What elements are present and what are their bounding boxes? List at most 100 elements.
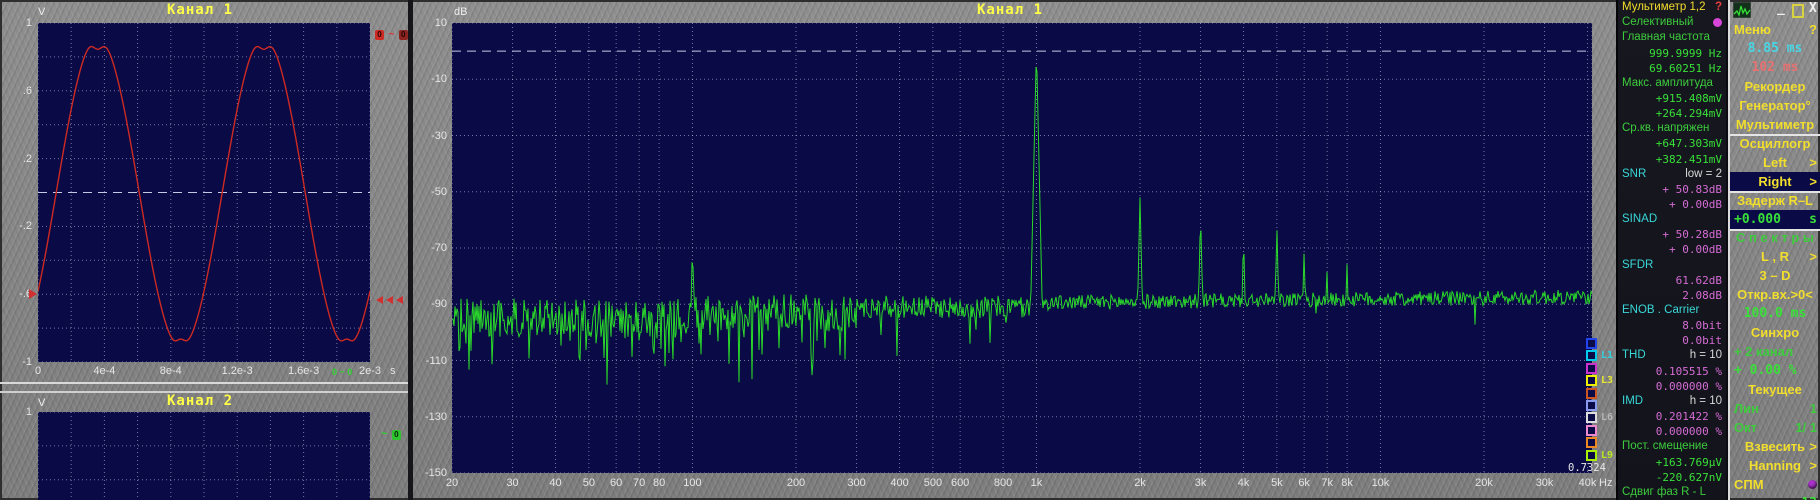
measure-main-freq-label: Главная частота: [1621, 30, 1723, 45]
scope-ch1-plot[interactable]: [38, 23, 370, 362]
legend-box-L8[interactable]: [1586, 437, 1597, 449]
measure-thd-1: 0.105515 %: [1621, 364, 1723, 379]
spectrum-x-tick: 6k: [1298, 477, 1310, 489]
spectrum-y-tick: -150: [424, 467, 447, 479]
spectrum-y-unit: dB: [454, 6, 468, 18]
spectrum-x-tick: 50: [582, 477, 596, 489]
menu-item-time-secondary-label: 102 ms: [1751, 59, 1799, 75]
menu-item-plus-2-channel[interactable]: + 2 канал: [1730, 342, 1820, 361]
legend-box-L9[interactable]: [1586, 449, 1597, 461]
menu-item-plus-percent[interactable]: + 0.00 %: [1730, 361, 1820, 380]
menu-item-lin-label: Лин: [1734, 401, 1759, 416]
menu-item-weighting[interactable]: Взвесить >: [1730, 437, 1820, 456]
measure-imd-1: 0.201422 %: [1621, 409, 1723, 424]
menu-item-right-label: Right: [1758, 173, 1792, 189]
minimize-button[interactable]: _: [1777, 1, 1785, 16]
menu-item-delay-rl[interactable]: Задерж R–L: [1730, 191, 1820, 210]
menu-item-delay-value[interactable]: +0.000 s: [1730, 209, 1820, 231]
measure-main-freq-2: 69.60251 Hz: [1621, 61, 1723, 76]
scope-ch1-level-marker[interactable]: [29, 289, 37, 299]
close-button[interactable]: X: [1809, 1, 1817, 16]
spectrum-y-tick: -10: [431, 73, 447, 86]
menu-item-current[interactable]: Текущее: [1730, 380, 1820, 399]
spectrum-x-tick: 8k: [1341, 477, 1353, 489]
scope-ch1-x-tick: 2e-3: [358, 365, 382, 377]
scope-ch2-panel: Канал 2 0 ~ 0 V 1 ~ 0: [0, 367, 410, 500]
menu-item-lin[interactable]: Лин 1: [1730, 399, 1820, 418]
measure-sinad-2-value: + 0.00dB: [1669, 243, 1722, 257]
legend-box-L0[interactable]: [1586, 338, 1597, 349]
menu-item-spectra[interactable]: С п е к т р ы: [1730, 228, 1820, 247]
legend-box-L5[interactable]: [1586, 400, 1597, 411]
scope-ch1-x-tick: 1.6e-3: [287, 365, 320, 377]
spectrum-x-tick: 200: [786, 477, 806, 489]
measure-imd-label: IMD h = 10: [1621, 394, 1723, 409]
spectrum-x-tick: 7k: [1321, 477, 1333, 489]
menu-item-sync[interactable]: Синхро: [1730, 323, 1820, 342]
menu-item-three-d[interactable]: 3 – D: [1730, 266, 1820, 285]
legend-box-L6[interactable]: [1586, 412, 1597, 424]
spectrum-y-tick: -30: [431, 129, 447, 142]
spectrum-x-tick: 4k: [1237, 477, 1250, 489]
menu-item-oscilloscope[interactable]: Осциллогр: [1730, 134, 1820, 153]
spectrum-plot[interactable]: [452, 23, 1592, 473]
measure-multimeter-header: Мультиметр 1,2?: [1621, 0, 1723, 15]
menu-item-l-r[interactable]: L , R >: [1730, 247, 1820, 266]
measure-sinad-1: + 50.28dB: [1621, 227, 1723, 242]
indicator-dot: [1713, 18, 1722, 28]
menu-item-window-hanning[interactable]: Hanning >: [1730, 456, 1820, 475]
menu-item-time-main[interactable]: 8.85 ms: [1730, 39, 1820, 58]
menu-item-interval[interactable]: 100.0 ms: [1730, 304, 1820, 323]
scope-ch2-y-tick: 1: [25, 406, 32, 418]
legend-box-L4[interactable]: [1586, 387, 1597, 399]
scope-ch2-plot[interactable]: [38, 412, 370, 500]
legend-box-L1[interactable]: [1586, 350, 1597, 362]
menu-item-open-input[interactable]: Откр.вх.>0<: [1730, 285, 1820, 304]
menu-item-spm-label: СПМ: [1734, 476, 1764, 492]
maximize-button[interactable]: [1792, 4, 1804, 18]
menu-item-multimeter[interactable]: Мультиметр: [1730, 115, 1820, 136]
scope-ch2-y-unit: V: [38, 397, 46, 409]
menu-item-time-secondary[interactable]: 102 ms: [1730, 58, 1820, 77]
measure-sfdr-2-value: 2.08dB: [1682, 288, 1722, 302]
spectrum-x-tick: 20k: [1475, 477, 1493, 489]
spectrum-y-tick: -90: [431, 298, 447, 311]
scope-ch2-side-indicator: ~ 0: [381, 424, 401, 442]
menu-item-right[interactable]: Right >: [1730, 171, 1820, 193]
menu-item-left[interactable]: Left >: [1730, 153, 1820, 174]
menu-item-sync-label: Синхро: [1750, 325, 1800, 341]
scope-ch2-title-indicator: 0 ~ 0: [332, 367, 353, 377]
scope-ch1-y-unit: V: [38, 6, 46, 18]
measure-rms-2-value: +382.451mV: [1655, 152, 1722, 166]
scope-ch1-y-tick: 1: [25, 17, 32, 29]
menu-item-plus-2-channel-label: + 2 канал: [1734, 344, 1794, 360]
legend-box-L3[interactable]: [1586, 375, 1597, 387]
legend-box-L7[interactable]: [1586, 424, 1597, 436]
menu-item-time-main-label: 8.85 ms: [1747, 41, 1803, 56]
measure-enob-label-label: ENOB . Carrier: [1622, 304, 1700, 316]
overload-led-right: 0: [398, 30, 408, 40]
spectrum-x-tick: 40: [549, 477, 562, 489]
measure-thd-label: THD h = 10: [1621, 348, 1723, 363]
ch2-led: 0: [391, 430, 401, 440]
measure-sinad-2: + 0.00dB: [1621, 242, 1723, 257]
scope-ch1-end-markers: [376, 291, 406, 309]
menu-item-menu[interactable]: Меню?: [1730, 20, 1820, 39]
menu-item-plus-percent-label: + 0.00 %: [1734, 363, 1797, 379]
spectrum-x-tick: 100: [683, 477, 702, 489]
measure-mode-selective: Селективный: [1621, 15, 1723, 30]
menu-item-window-hanning-right: >: [1809, 457, 1817, 473]
scope-ch1-y-tick: .6: [22, 84, 32, 97]
menu-item-spm[interactable]: СПМ: [1730, 475, 1820, 494]
measure-thd-2-value: 0.000000 %: [1655, 379, 1722, 393]
measure-sfdr-2: 2.08dB: [1621, 288, 1723, 303]
measure-sfdr-label-label: SFDR: [1622, 258, 1654, 271]
legend-box-L2[interactable]: [1586, 362, 1597, 374]
menu-item-recorder[interactable]: Рекордер: [1730, 77, 1820, 96]
menu-item-oct[interactable]: Окт 1/ 1: [1730, 418, 1820, 437]
menu-item-partial-next[interactable]: 13: [1730, 494, 1820, 500]
measure-thd-label-label: THD: [1622, 349, 1646, 362]
measure-multimeter-header-value: ?: [1714, 1, 1722, 13]
measure-snr-1: + 50.83dB: [1621, 182, 1723, 197]
menu-item-generator[interactable]: Генератор°: [1730, 96, 1820, 115]
